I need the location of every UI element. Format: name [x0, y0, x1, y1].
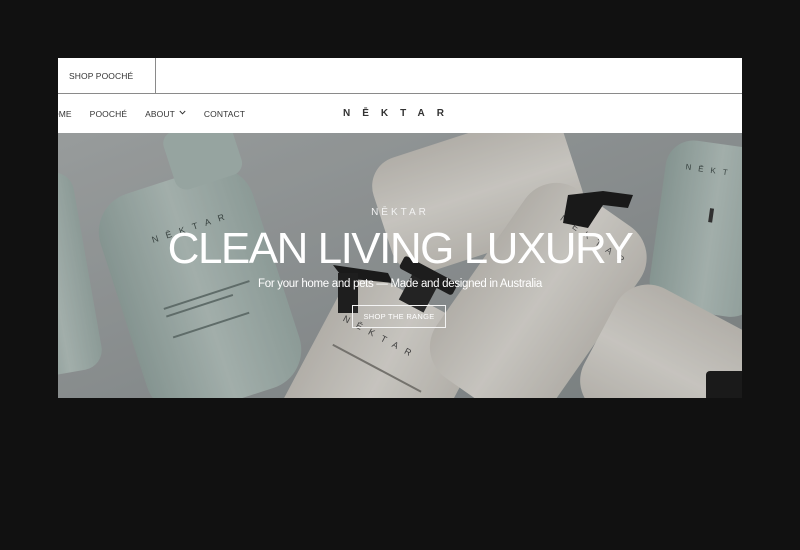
nav-item-about[interactable]: ABOUT	[145, 109, 186, 119]
browser-page: SHOP POOCHÉ OME POOCHÉ ABOUT CONTACT NĒK…	[58, 58, 742, 398]
site-logo[interactable]: NĒKTAR	[343, 95, 456, 133]
nav-item-contact[interactable]: CONTACT	[204, 109, 245, 119]
nav-links: OME POOCHÉ ABOUT CONTACT	[58, 95, 263, 133]
shop-pooche-tab[interactable]: SHOP POOCHÉ	[58, 58, 156, 94]
chevron-down-icon	[179, 110, 186, 117]
hero-brand: NĒKTAR	[371, 207, 429, 218]
nav-item-about-label: ABOUT	[145, 109, 175, 119]
hero-title: CLEAN LIVING LUXURY	[167, 224, 634, 273]
main-navigation: OME POOCHÉ ABOUT CONTACT NĒKTAR	[58, 95, 742, 133]
hero-banner: NĒKTAR NĒKTAR NĒKTAR NĒKT NĒKTAR CLEAN L…	[58, 133, 742, 398]
nav-item-pooche[interactable]: POOCHÉ	[90, 109, 127, 119]
nav-item-home[interactable]: OME	[58, 109, 72, 119]
shop-the-range-button[interactable]: SHOP THE RANGE	[352, 305, 446, 328]
announcement-bar: SHOP POOCHÉ	[58, 58, 742, 94]
hero-subtitle: For your home and pets — Made and design…	[258, 278, 542, 290]
